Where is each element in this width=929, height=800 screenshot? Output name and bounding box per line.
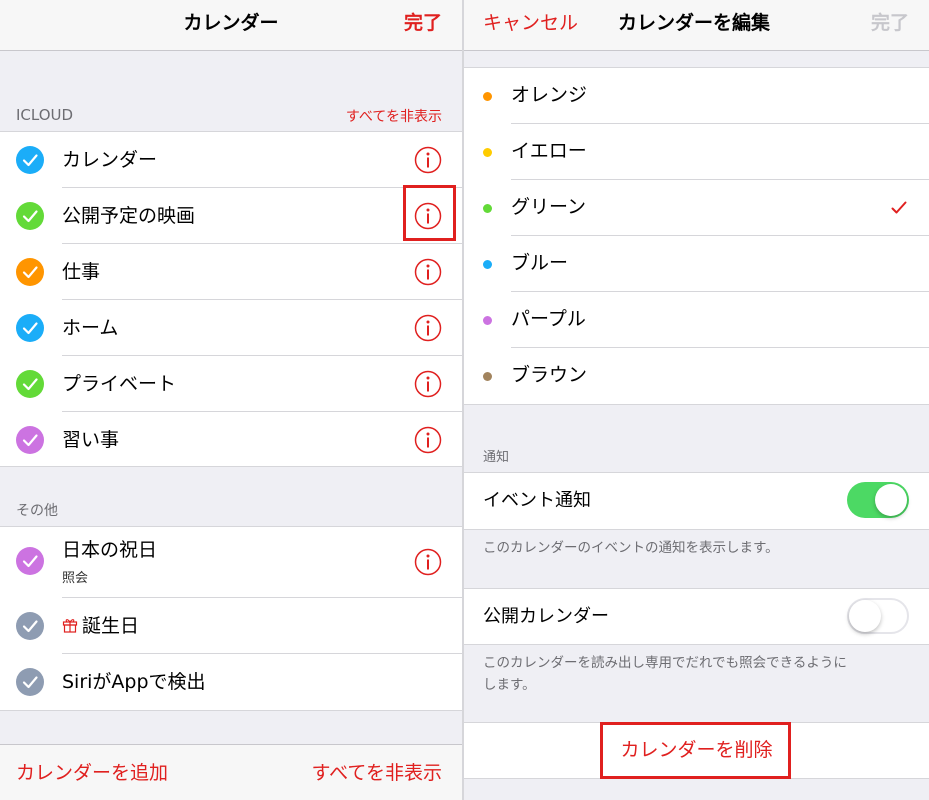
color-name: オレンジ [511, 84, 588, 106]
calendar-name: ホーム [62, 317, 119, 339]
calendar-row[interactable]: ホーム [0, 300, 462, 356]
bottom-toolbar: カレンダーを追加 すべてを非表示 [0, 744, 462, 800]
calendar-row[interactable]: 仕事 [0, 244, 462, 300]
color-option-row[interactable]: オレンジ [464, 68, 929, 124]
checkmark-icon[interactable] [16, 426, 44, 454]
checkmark-icon[interactable] [16, 314, 44, 342]
notify-section-header: 通知 [483, 450, 510, 465]
public-calendar-footnote-2: します。 [483, 677, 536, 693]
event-notify-footnote: このカレンダーのイベントの通知を表示します。 [483, 540, 779, 556]
icloud-section-header: ICLOUD [16, 106, 74, 124]
public-calendar-toggle[interactable] [847, 598, 909, 634]
calendar-name: 仕事 [62, 261, 101, 283]
calendar-name: 公開予定の映画 [62, 205, 196, 227]
left-nav-bar: カレンダー 完了 [0, 0, 462, 51]
hide-all-button[interactable]: すべてを非表示 [311, 745, 442, 800]
done-button[interactable]: 完了 [871, 0, 909, 50]
calendar-row-birthdays[interactable]: 誕生日 [0, 598, 462, 654]
color-option-row[interactable]: ブラウン [464, 348, 929, 404]
calendar-name: 日本の祝日 [62, 539, 158, 561]
color-name: パープル [511, 308, 586, 330]
toggle-knob [875, 484, 907, 516]
color-option-row[interactable]: イエロー [464, 124, 929, 180]
calendar-name: カレンダー [62, 149, 158, 171]
page-title: カレンダーを編集 [618, 12, 771, 34]
checkmark-icon[interactable] [16, 668, 44, 696]
info-icon[interactable] [414, 202, 442, 230]
calendar-name: SiriがAppで検出 [62, 671, 206, 693]
delete-calendar-row: カレンダーを削除 [464, 722, 929, 779]
color-name: ブラウン [511, 364, 588, 386]
event-notify-label: イベント通知 [483, 490, 591, 511]
other-calendar-group: 日本の祝日 照会 誕生日 SiriがAppで検出 [0, 526, 462, 711]
calendar-row-siri-found[interactable]: SiriがAppで検出 [0, 654, 462, 710]
calendar-row[interactable]: カレンダー [0, 132, 462, 188]
color-name: ブルー [511, 252, 569, 274]
event-notify-row: イベント通知 [464, 472, 929, 530]
event-notify-toggle[interactable] [847, 482, 909, 518]
info-icon[interactable] [414, 146, 442, 174]
public-calendar-label: 公開カレンダー [483, 606, 609, 627]
public-calendar-footnote-1: このカレンダーを読み出し専用でだれでも照会できるように [483, 655, 847, 671]
add-calendar-button[interactable]: カレンダーを追加 [16, 745, 168, 800]
calendar-name: 誕生日 [82, 615, 140, 637]
checkmark-icon[interactable] [16, 258, 44, 286]
calendar-row-japan-holidays[interactable]: 日本の祝日 照会 [0, 527, 462, 598]
cancel-button[interactable]: キャンセル [483, 0, 578, 50]
checkmark-icon[interactable] [16, 202, 44, 230]
color-list-group: オレンジイエローグリーンブルーパープルブラウン [464, 67, 929, 405]
color-dot [483, 260, 492, 269]
page-title: カレンダー [183, 12, 279, 34]
color-dot [483, 148, 492, 157]
color-option-row[interactable]: ブルー [464, 236, 929, 292]
color-name: イエロー [511, 140, 587, 162]
calendars-list-pane: カレンダー 完了 ICLOUD すべてを非表示 カレンダー公開予定の映画 仕事ホー… [0, 0, 462, 800]
calendar-row[interactable]: 公開予定の映画 [0, 188, 462, 244]
right-nav-bar: キャンセル カレンダーを編集 完了 [464, 0, 929, 51]
info-icon[interactable] [414, 548, 442, 576]
info-icon[interactable] [414, 258, 442, 286]
checkmark-icon[interactable] [16, 612, 44, 640]
calendar-subtitle: 照会 [62, 571, 89, 586]
info-icon[interactable] [414, 314, 442, 342]
info-icon[interactable] [414, 426, 442, 454]
icloud-hide-all-button[interactable]: すべてを非表示 [346, 106, 442, 126]
done-button[interactable]: 完了 [404, 0, 442, 50]
color-option-row[interactable]: グリーン [464, 180, 929, 236]
icloud-calendar-group: カレンダー公開予定の映画 仕事ホームプライベート 習い事 [0, 131, 462, 467]
checkmark-icon[interactable] [16, 146, 44, 174]
edit-calendar-pane: キャンセル カレンダーを編集 完了 オレンジイエローグリーンブルーパープルブラウ… [464, 0, 929, 800]
color-dot [483, 204, 492, 213]
info-icon[interactable] [414, 370, 442, 398]
color-dot [483, 316, 492, 325]
color-dot [483, 372, 492, 381]
toggle-knob [849, 600, 881, 632]
calendar-row[interactable]: プライベート [0, 356, 462, 412]
public-calendar-row: 公開カレンダー [464, 588, 929, 645]
gift-icon [62, 617, 78, 633]
checkmark-icon[interactable] [16, 547, 44, 575]
checkmark-icon[interactable] [16, 370, 44, 398]
calendar-name: プライベート [62, 373, 177, 395]
color-option-row[interactable]: パープル [464, 292, 929, 348]
color-name: グリーン [511, 196, 587, 218]
selected-checkmark-icon [891, 200, 907, 219]
calendar-row[interactable]: 習い事 [0, 412, 462, 468]
other-section-header: その他 [16, 503, 58, 519]
calendar-name: 習い事 [62, 429, 120, 451]
delete-calendar-button[interactable]: カレンダーを削除 [464, 723, 929, 777]
color-dot [483, 92, 492, 101]
